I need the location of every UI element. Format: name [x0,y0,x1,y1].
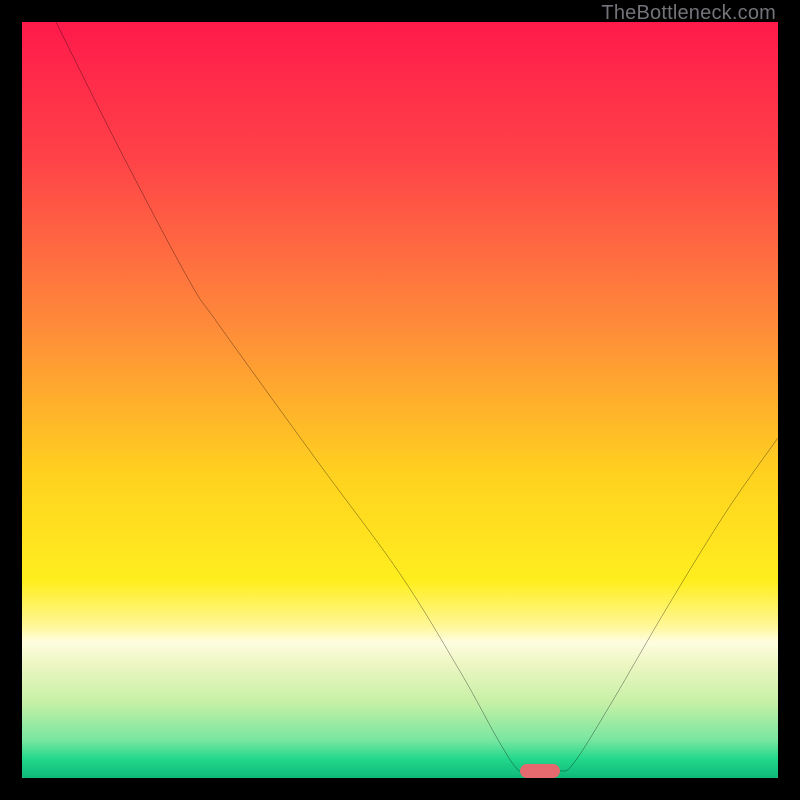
bottleneck-curve [22,22,778,778]
bottleneck-curve-path [56,22,778,772]
optimal-marker [520,764,559,778]
plot-area [22,22,778,778]
chart-frame: TheBottleneck.com [0,0,800,800]
